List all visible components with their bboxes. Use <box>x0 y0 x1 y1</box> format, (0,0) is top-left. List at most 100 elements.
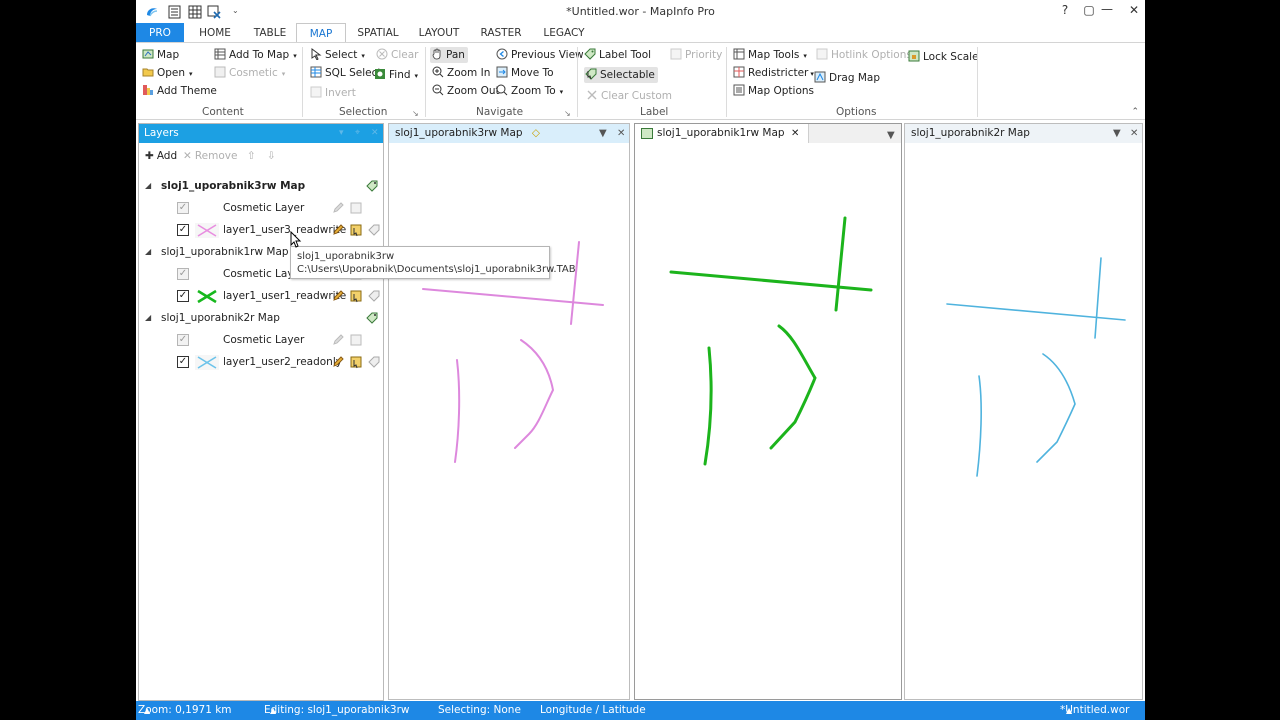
map-window-menu-icon[interactable]: ▼ <box>1113 124 1121 143</box>
tab-layout[interactable]: LAYOUT <box>414 23 464 43</box>
layer-group-row[interactable]: ◢ sloj1_uporabnik2r Map <box>139 308 383 328</box>
add-layer-button[interactable]: ✚ Add <box>145 148 177 164</box>
layer-row[interactable]: ✓ layer1_user1_readwrite <box>139 286 383 306</box>
map-window-user2[interactable]: sloj1_uporabnik2r Map ▼ ✕ <box>904 123 1143 700</box>
close-map-window-icon[interactable]: ✕ <box>617 124 625 143</box>
line-feature[interactable] <box>1094 257 1102 339</box>
hotlink-options-button[interactable]: Hotlink Options <box>816 47 912 63</box>
panel-options-icon[interactable]: ▾ <box>339 124 344 143</box>
selectable-layer-icon[interactable] <box>349 355 363 369</box>
add-to-map-button[interactable]: Add To Map ▾ <box>214 47 297 63</box>
label-layer-icon[interactable] <box>367 223 381 237</box>
map-tools-button[interactable]: Map Tools ▾ <box>733 47 807 63</box>
selection-launcher-icon[interactable]: ↘ <box>412 109 419 118</box>
cosmetic-layer-row[interactable]: ✓ Cosmetic Layer <box>139 330 383 350</box>
layer-visibility-checkbox[interactable]: ✓ <box>177 356 189 368</box>
edit-pencil-icon[interactable] <box>331 223 345 237</box>
move-layer-up-icon[interactable]: ⇧ <box>247 148 256 164</box>
zoom-out-button[interactable]: Zoom Out <box>432 83 500 99</box>
tab-table[interactable]: TABLE <box>248 23 292 43</box>
zoom-layer-icon[interactable] <box>365 179 379 193</box>
close-panel-icon[interactable]: ✕ <box>371 124 379 143</box>
cosmetic-button[interactable]: Cosmetic ▾ <box>214 65 285 81</box>
selectable-layer-icon[interactable] <box>349 223 363 237</box>
cosmetic-layer-row[interactable]: ✓ Cosmetic Layer <box>139 198 383 218</box>
help-button[interactable]: ? <box>1054 3 1076 21</box>
line-feature[interactable] <box>946 303 1126 321</box>
line-feature[interactable] <box>834 216 847 312</box>
edit-pencil-icon[interactable] <box>331 201 345 215</box>
layer-row[interactable]: ✓ layer1_user2_readonly <box>139 352 383 372</box>
layer-style-swatch-icon[interactable] <box>195 289 219 304</box>
select-button[interactable]: Select ▾ <box>310 47 365 63</box>
add-theme-button[interactable]: Add Theme <box>142 83 217 99</box>
zoom-layer-icon[interactable] <box>365 311 379 325</box>
selectable-button[interactable]: Selectable <box>584 67 658 83</box>
map-canvas-user2[interactable] <box>905 144 1142 700</box>
expand-collapse-icon[interactable]: ◢ <box>145 242 151 262</box>
redistricter-button[interactable]: Redistricter ▾ <box>733 65 814 81</box>
zoom-to-button[interactable]: Zoom To ▾ <box>496 83 563 99</box>
clear-custom-button[interactable]: Clear Custom <box>586 88 672 104</box>
map-window-menu-icon[interactable]: ▼ <box>887 126 895 145</box>
map-window-user1[interactable]: sloj1_uporabnik1rw Map ✕ ▼ <box>634 123 902 700</box>
map-options-button[interactable]: Map Options <box>733 83 814 99</box>
map-canvas-user1[interactable] <box>635 148 901 704</box>
tab-pro[interactable]: PRO <box>136 23 184 43</box>
find-button[interactable]: Find ▾ <box>374 67 418 83</box>
layer-style-swatch-icon[interactable] <box>195 223 219 238</box>
edit-pencil-icon[interactable] <box>331 333 345 347</box>
map-button[interactable]: Map <box>142 47 179 63</box>
tab-raster[interactable]: RASTER <box>476 23 526 43</box>
sql-select-button[interactable]: SQL Select <box>310 65 382 81</box>
close-window-button[interactable]: ✕ <box>1123 3 1145 21</box>
line-feature[interactable] <box>422 288 604 306</box>
move-layer-down-icon[interactable]: ⇩ <box>267 148 276 164</box>
line-feature[interactable] <box>570 241 580 325</box>
drag-map-button[interactable]: Drag Map <box>814 70 880 86</box>
layer-visibility-checkbox[interactable]: ✓ <box>177 290 189 302</box>
map-tab-user1[interactable]: sloj1_uporabnik1rw Map <box>635 124 809 143</box>
label-layer-icon[interactable] <box>367 355 381 369</box>
label-tool-button[interactable]: Label Tool <box>584 47 651 63</box>
lock-scale-button[interactable]: Lock Scale <box>908 49 979 65</box>
zoom-in-button[interactable]: Zoom In <box>432 65 490 81</box>
arc-feature[interactable] <box>514 339 555 449</box>
close-map-tab-icon[interactable]: ✕ <box>791 124 799 143</box>
invert-button[interactable]: Invert <box>310 85 356 101</box>
minimize-button[interactable]: — <box>1096 2 1118 20</box>
line-feature[interactable] <box>669 270 873 292</box>
layer-visibility-checkbox[interactable]: ✓ <box>177 224 189 236</box>
cosmetic-visibility-checkbox[interactable]: ✓ <box>177 202 189 214</box>
layer-group-row[interactable]: ◢ sloj1_uporabnik3rw Map <box>139 176 383 196</box>
pan-button[interactable]: Pan <box>430 47 468 63</box>
label-layer-icon[interactable] <box>367 289 381 303</box>
arc-feature[interactable] <box>976 375 982 477</box>
tab-map[interactable]: MAP <box>296 23 346 43</box>
move-to-button[interactable]: Move To <box>496 65 554 81</box>
edit-pencil-icon[interactable] <box>331 289 345 303</box>
previous-view-button[interactable]: Previous View <box>496 47 584 63</box>
arc-feature[interactable] <box>703 346 713 466</box>
cosmetic-visibility-checkbox[interactable]: ✓ <box>177 334 189 346</box>
selectable-layer-icon[interactable] <box>349 201 363 215</box>
cosmetic-visibility-checkbox[interactable]: ✓ <box>177 268 189 280</box>
selectable-layer-icon[interactable] <box>349 289 363 303</box>
map-window-user3[interactable]: sloj1_uporabnik3rw Map ◇ ▼ ✕ <box>388 123 630 700</box>
status-projection[interactable]: Longitude / Latitude <box>540 701 646 720</box>
clear-selection-button[interactable]: Clear <box>376 47 418 63</box>
priority-button[interactable]: Priority <box>670 47 722 63</box>
selectable-layer-icon[interactable] <box>349 333 363 347</box>
expand-collapse-icon[interactable]: ◢ <box>145 308 151 328</box>
arc-feature[interactable] <box>1036 353 1076 463</box>
edit-pencil-icon[interactable] <box>331 355 345 369</box>
map-canvas-user3[interactable] <box>389 144 629 700</box>
remove-layer-button[interactable]: ✕ Remove <box>183 148 237 164</box>
navigate-launcher-icon[interactable]: ↘ <box>564 109 571 118</box>
layer-row[interactable]: ✓ layer1_user3_readwrite <box>139 220 383 240</box>
arc-feature[interactable] <box>769 324 817 450</box>
arc-feature[interactable] <box>454 359 461 463</box>
map-window-menu-icon[interactable]: ▼ <box>599 124 607 143</box>
close-map-window-icon[interactable]: ✕ <box>1130 124 1138 143</box>
status-selecting[interactable]: Selecting: None <box>438 701 521 720</box>
